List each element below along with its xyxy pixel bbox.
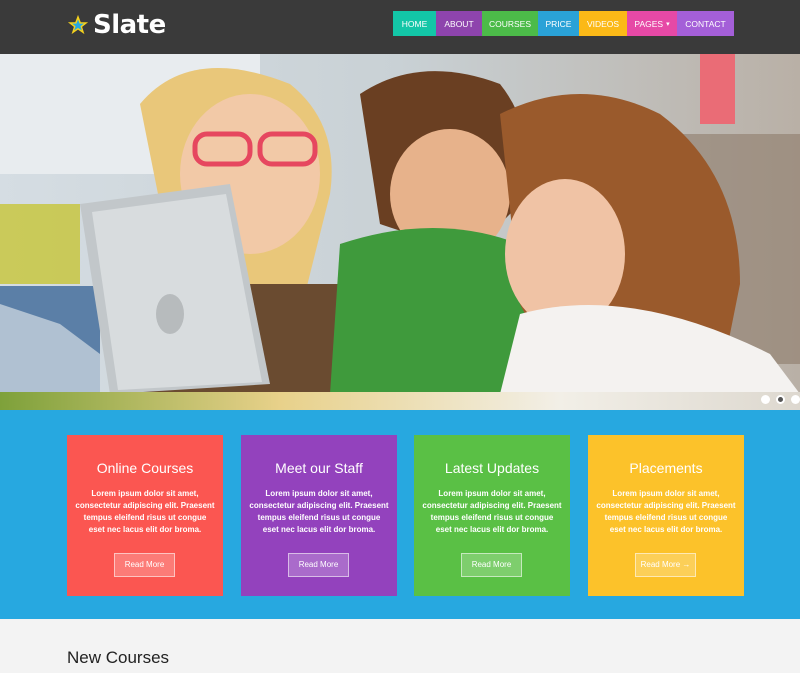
read-more-button[interactable]: Read More [461,553,522,577]
new-courses-section: New Courses [0,619,800,673]
slider-dot-1[interactable] [761,395,770,404]
hero-slider[interactable] [0,54,800,410]
nav-contact[interactable]: CONTACT [677,11,734,36]
card-title: Placements [629,460,703,476]
features-section: Online Courses Lorem ipsum dolor sit ame… [0,410,800,619]
section-title: New Courses [67,648,170,667]
slider-dots [761,395,800,404]
slider-dot-2[interactable] [776,395,785,404]
feature-card-online-courses: Online Courses Lorem ipsum dolor sit ame… [67,435,223,596]
card-title: Latest Updates [444,460,540,476]
feature-card-latest-updates: Latest Updates Lorem ipsum dolor sit ame… [414,435,570,596]
nav-pages[interactable]: PAGES ▾ [627,11,677,36]
card-title: Meet our Staff [275,460,363,476]
nav-videos[interactable]: VIDEOS [579,11,627,36]
nav-about[interactable]: ABOUT [436,11,482,36]
chevron-down-icon: ▾ [666,20,670,28]
card-text: Lorem ipsum dolor sit amet, consectetur … [422,489,562,534]
brand-name: Slate [93,10,166,40]
card-text: Lorem ipsum dolor sit amet, consectetur … [75,489,215,534]
card-title: Online Courses [96,460,194,476]
feature-card-placements: Placements Lorem ipsum dolor sit amet, c… [588,435,744,596]
read-more-button[interactable]: Read More → [635,553,696,577]
nav-courses[interactable]: COURSES [482,11,538,36]
feature-card-meet-staff: Meet our Staff Lorem ipsum dolor sit ame… [241,435,397,596]
hero-image [0,54,800,410]
nav-price[interactable]: PRICE [538,11,579,36]
card-text: Lorem ipsum dolor sit amet, consectetur … [249,489,389,534]
read-more-button[interactable]: Read More [114,553,175,577]
read-more-button[interactable]: Read More [288,553,349,577]
card-text: Lorem ipsum dolor sit amet, consectetur … [596,489,736,534]
star-icon [67,14,89,35]
top-header: Slate HOME ABOUT COURSES PRICE VIDEOS PA… [0,0,800,54]
slider-dot-3[interactable] [791,395,800,404]
nav-home[interactable]: HOME [393,11,436,36]
main-nav: HOME ABOUT COURSES PRICE VIDEOS PAGES ▾ C… [393,11,734,36]
site-logo[interactable]: Slate [67,8,166,42]
